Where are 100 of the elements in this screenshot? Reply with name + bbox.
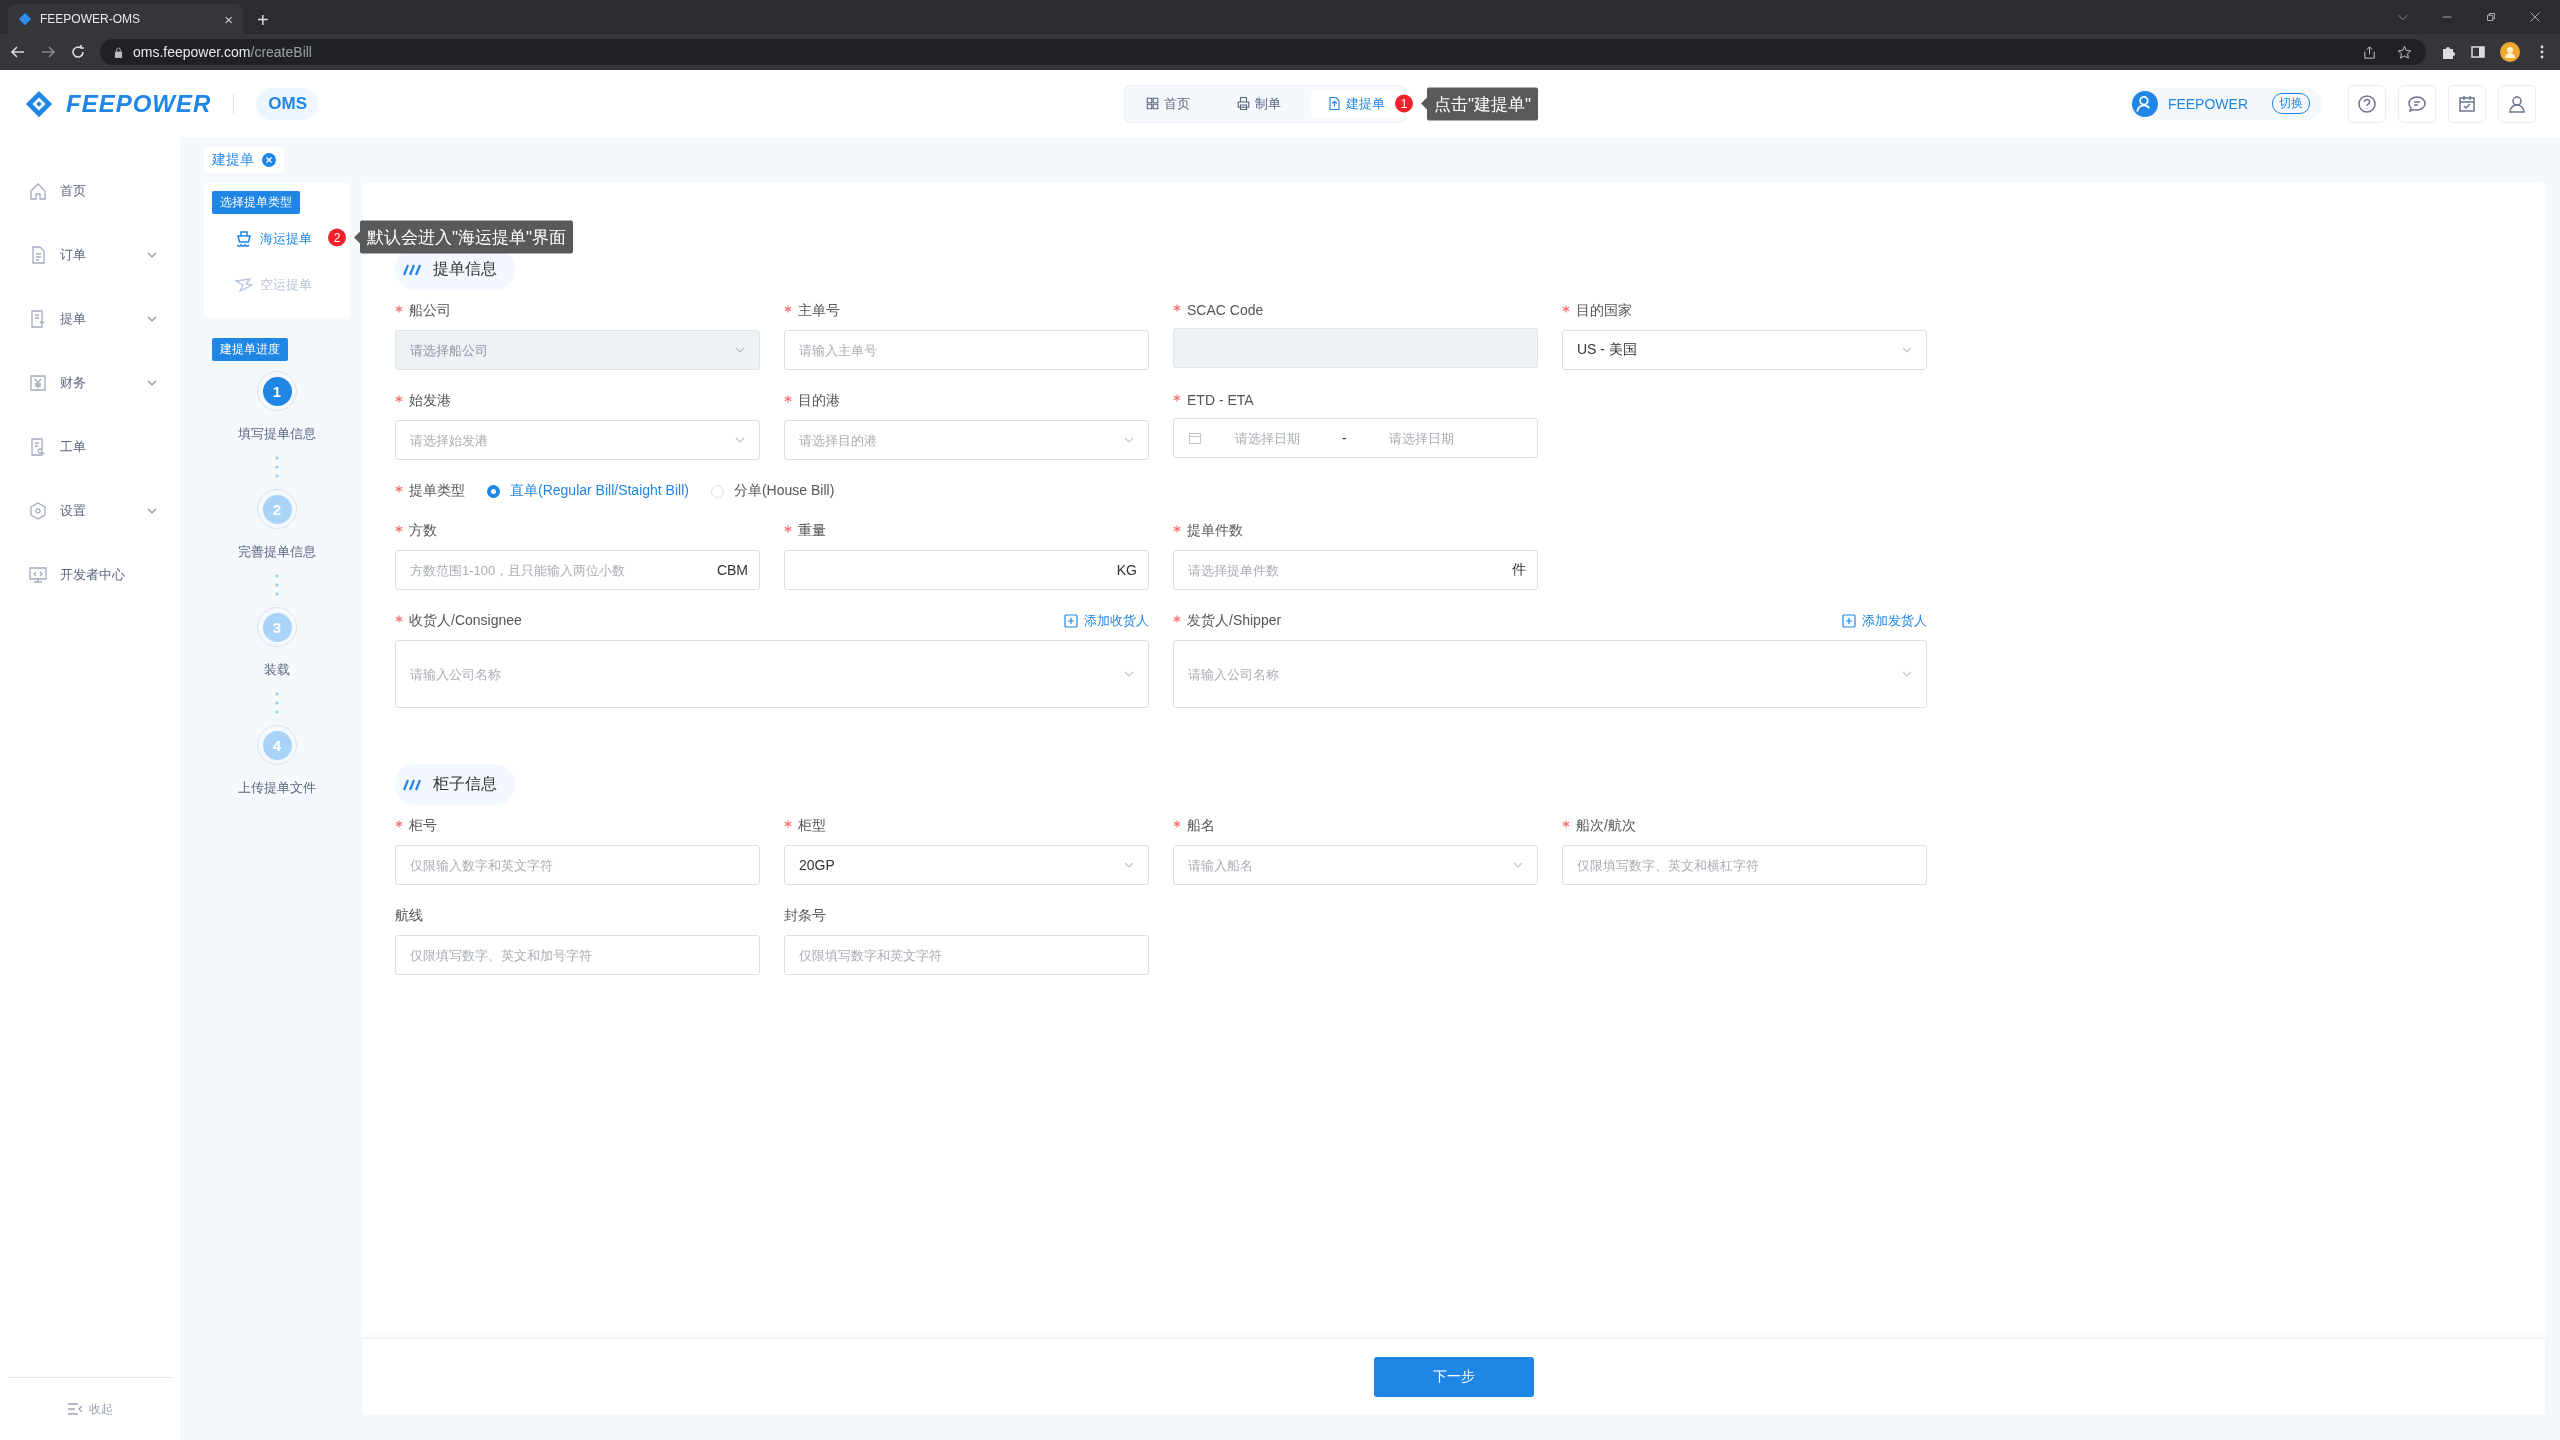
start-date-field[interactable]: 请选择日期 — [1210, 429, 1324, 447]
menu-item[interactable]: 财务 — [0, 351, 180, 415]
radio-option[interactable]: 直单(Regular Bill/Staight Bill) — [487, 482, 689, 500]
close-icon[interactable] — [262, 153, 276, 167]
address-bar[interactable]: oms.feepower.com/createBill — [100, 39, 2426, 65]
back-icon[interactable] — [10, 44, 26, 60]
tooltip: 点击"建提单" — [1427, 87, 1539, 120]
input-field[interactable]: 请输入主单号 — [784, 330, 1149, 370]
sidebar-icon[interactable] — [2470, 44, 2486, 60]
user-name: FEEPOWER — [2167, 95, 2248, 112]
switch-button[interactable]: 切换 — [2272, 93, 2310, 114]
collapse-icon — [67, 1403, 83, 1415]
restore-icon[interactable] — [2484, 10, 2498, 24]
menu-item[interactable]: 提单 — [0, 287, 180, 351]
app-badge: OMS — [256, 87, 320, 120]
close-icon[interactable] — [2528, 10, 2542, 24]
forward-icon[interactable] — [40, 44, 56, 60]
nav-tab[interactable]: 制单 — [1220, 89, 1297, 118]
menu-item[interactable]: 首页 — [0, 159, 180, 223]
step-label: 装载 — [264, 661, 290, 679]
add-link[interactable]: 添加发货人 — [1842, 612, 1927, 630]
radio-button[interactable] — [487, 484, 500, 498]
avatar-icon[interactable] — [2500, 42, 2520, 62]
menu-item[interactable]: 工单 — [0, 415, 180, 479]
plus-icon — [1064, 614, 1078, 628]
field-label: 目的港 — [798, 392, 840, 410]
step-label: 完善提单信息 — [238, 543, 316, 561]
calendar-icon — [2457, 93, 2477, 114]
select-field[interactable]: US - 美国 — [1562, 330, 1927, 370]
calendar-button[interactable] — [2448, 84, 2486, 123]
input-field[interactable] — [784, 550, 1149, 590]
hexagon-icon — [28, 501, 48, 521]
puzzle-icon[interactable] — [2440, 44, 2456, 60]
message-button[interactable] — [2398, 84, 2436, 123]
date-range-field[interactable]: 请选择日期 - 请选择日期 — [1173, 418, 1538, 458]
field-label: 提单件数 — [1187, 522, 1243, 540]
step-badge: 2 — [328, 228, 346, 246]
end-date-field[interactable]: 请选择日期 — [1364, 429, 1479, 447]
reload-icon[interactable] — [70, 44, 86, 60]
select-field[interactable]: 请选择始发港 — [395, 420, 760, 460]
field-label: 收货人/Consignee — [409, 612, 522, 630]
field-label: 方数 — [409, 522, 437, 540]
star-icon[interactable] — [2397, 44, 2412, 60]
new-tab-button[interactable]: + — [257, 10, 269, 30]
section-header: 柜子信息 — [395, 764, 515, 805]
upload-icon — [1327, 96, 1342, 111]
monitor-icon — [28, 565, 48, 585]
nav-tab[interactable]: 建提单 — [1311, 89, 1401, 118]
input-field[interactable]: 仅限填写数字、英文和横杠字符 — [1562, 845, 1927, 885]
connector-dots — [275, 455, 279, 479]
select-field[interactable]: 请输入船名 — [1173, 845, 1538, 885]
user-icon — [2507, 93, 2527, 114]
menu-item[interactable]: 开发者中心 — [0, 543, 180, 607]
logo-text: FEEPOWER — [66, 89, 212, 118]
input-field[interactable]: 仅限输入数字和英文字符 — [395, 845, 760, 885]
select-field[interactable]: 20GP — [784, 845, 1149, 885]
radio-option[interactable]: 分单(House Bill) — [710, 482, 835, 500]
field-label: 主单号 — [798, 302, 840, 320]
field-label: ETD - ETA — [1187, 392, 1254, 408]
next-button[interactable]: 下一步 — [1373, 1357, 1534, 1397]
close-tab-button[interactable]: × — [224, 10, 233, 28]
bill-type-option[interactable]: 海运提单 — [234, 229, 312, 249]
plus-icon — [1842, 614, 1856, 628]
field-label: 发货人/Shipper — [1187, 612, 1282, 630]
diamond-logo-icon — [18, 12, 32, 26]
select-field[interactable]: 请输入公司名称 — [1173, 640, 1927, 708]
field-label: 封条号 — [784, 907, 826, 925]
connector-dots — [275, 573, 279, 597]
field-label: 始发港 — [409, 392, 451, 410]
logo-icon — [24, 88, 54, 119]
field-label: 重量 — [798, 522, 826, 540]
add-link[interactable]: 添加收货人 — [1064, 612, 1149, 630]
tooltip-arrow — [354, 231, 360, 243]
input-field[interactable]: 仅限填写数字、英文和加号字符 — [395, 935, 760, 975]
tooltip: 默认会进入"海运提单"界面 — [360, 220, 574, 254]
select-field[interactable]: 请输入公司名称 — [395, 640, 1149, 708]
ship-icon — [234, 229, 254, 249]
page-tab[interactable]: 建提单 — [204, 147, 284, 173]
field-label: 柜型 — [798, 817, 826, 835]
input-field[interactable]: 仅限填写数字和英文字符 — [784, 935, 1149, 975]
field-label: 船公司 — [409, 302, 451, 320]
share-icon[interactable] — [2362, 44, 2377, 60]
card-title: 建提单进度 — [212, 338, 288, 361]
menu-item[interactable]: 设置 — [0, 479, 180, 543]
nav-tab[interactable]: 首页 — [1129, 89, 1206, 118]
printer-icon — [1236, 96, 1251, 111]
field-label: 提单类型 — [409, 482, 465, 500]
unit-label: KG — [1116, 562, 1137, 578]
select-field[interactable]: 请选择目的港 — [784, 420, 1149, 460]
slashes-icon — [403, 777, 423, 792]
range-separator: - — [1342, 430, 1347, 446]
field-label: 船名 — [1187, 817, 1215, 835]
menu-item[interactable]: 订单 — [0, 223, 180, 287]
help-button[interactable] — [2348, 84, 2386, 123]
profile-button[interactable] — [2498, 84, 2536, 123]
tab-title: FEEPOWER-OMS — [40, 12, 141, 26]
step-label: 填写提单信息 — [238, 425, 316, 443]
yen-icon — [28, 373, 48, 393]
browser-tab[interactable]: FEEPOWER-OMS × — [8, 4, 243, 34]
unit-label: 件 — [1512, 561, 1526, 579]
